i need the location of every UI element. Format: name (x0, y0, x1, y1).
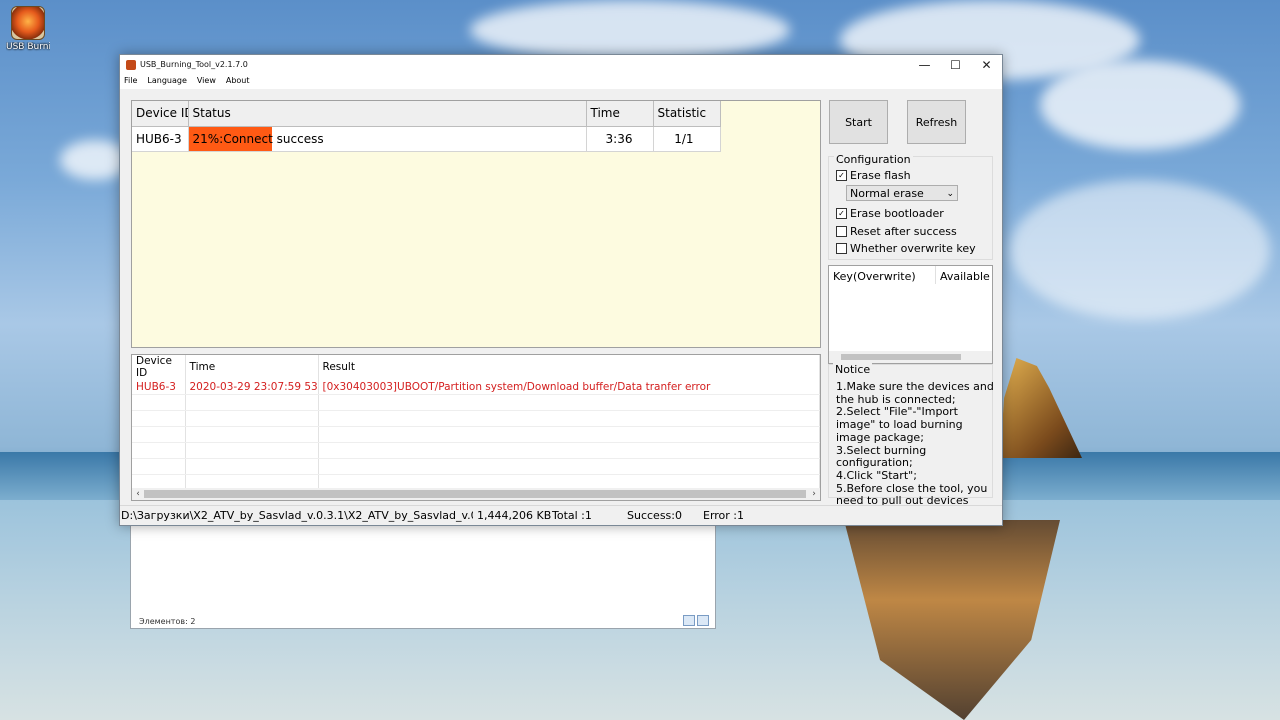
details-view-icon[interactable] (683, 615, 695, 626)
checkmark-icon: ✓ (836, 170, 847, 181)
table-row[interactable]: HUB6-3 2020-03-29 23:07:59 536 [0x304030… (132, 379, 820, 395)
overwrite-key-checkbox[interactable]: Whether overwrite key (836, 242, 976, 255)
statistic-cell: 1/1 (653, 126, 721, 152)
image-path: D:\Загрузки\X2_ATV_by_Sasvlad_v.0.3.1\X2… (121, 509, 473, 522)
notice-line: 1.Make sure the devices and the hub is c… (836, 380, 994, 406)
notice-line: 4.Click "Start"; (836, 468, 917, 482)
notice-line: 3.Select burning configuration; (836, 443, 927, 470)
explorer-item-count: Элементов: 2 (139, 617, 196, 626)
table-row (132, 458, 820, 475)
log-table: Device ID Time Result HUB6-3 2020-03-29 … (132, 355, 820, 491)
usb-burning-tool-window: USB_Burning_Tool_v2.1.7.0 — ☐ ✕ File Lan… (119, 54, 1003, 526)
log-horizontal-scrollbar[interactable]: ‹ › (132, 488, 820, 500)
window-controls: — ☐ ✕ (909, 55, 1002, 75)
title-bar[interactable]: USB_Burning_Tool_v2.1.7.0 — ☐ ✕ (120, 55, 1002, 75)
success-count: Success:0 (627, 509, 682, 522)
start-button[interactable]: Start (829, 100, 888, 144)
col-time[interactable]: Time (586, 101, 654, 127)
menu-bar: File Language View About (120, 75, 1002, 89)
usb-burning-tool-icon (11, 6, 45, 40)
device-grid: Device ID Status Time Statistic HUB6-3 2… (131, 100, 821, 348)
desktop-shortcut-usb-burning-tool[interactable]: USB Burnin... (6, 6, 50, 52)
log-panel: Device ID Time Result HUB6-3 2020-03-29 … (131, 354, 821, 501)
table-row (132, 410, 820, 427)
desktop-icon-label: USB Burnin... (6, 42, 50, 52)
cloud (470, 0, 790, 60)
erase-flash-checkbox[interactable]: ✓ Erase flash (836, 169, 911, 182)
erase-bootloader-label: Erase bootloader (850, 207, 944, 220)
column-divider (935, 266, 936, 284)
refresh-button[interactable]: Refresh (907, 100, 966, 144)
explorer-window[interactable]: Элементов: 2 (130, 520, 716, 629)
status-cell: 21%:Connect success (188, 126, 587, 152)
notice-title: Notice (833, 363, 873, 376)
log-col-device-id[interactable]: Device ID (132, 355, 186, 379)
reset-after-success-checkbox[interactable]: Reset after success (836, 225, 957, 238)
scrollbar-thumb[interactable] (841, 354, 961, 360)
device-id-cell: HUB6-3 (132, 126, 189, 152)
checkmark-icon: ✓ (836, 208, 847, 219)
scroll-left-icon[interactable]: ‹ (132, 488, 144, 500)
chevron-down-icon: ⌄ (946, 189, 954, 199)
erase-bootloader-checkbox[interactable]: ✓ Erase bootloader (836, 207, 944, 220)
configuration-group: Configuration ✓ Erase flash Normal erase… (828, 153, 993, 260)
col-statistic[interactable]: Statistic (653, 101, 721, 127)
rock (1000, 358, 1082, 458)
menu-about[interactable]: About (226, 75, 254, 89)
col-device-id[interactable]: Device ID (132, 101, 189, 127)
notice-line: 2.Select "File"-"Import image" to load b… (836, 405, 963, 444)
status-text: 21%:Connect success (192, 131, 324, 146)
table-row (132, 442, 820, 459)
close-button[interactable]: ✕ (971, 55, 1002, 75)
unchecked-box-icon (836, 226, 847, 237)
available-header[interactable]: Available (940, 270, 990, 283)
minimize-button[interactable]: — (909, 55, 940, 75)
menu-view[interactable]: View (197, 75, 220, 89)
notice-text: 1.Make sure the devices and the hub is c… (836, 380, 994, 521)
maximize-button[interactable]: ☐ (940, 55, 971, 75)
reset-after-success-label: Reset after success (850, 225, 957, 238)
erase-flash-label: Erase flash (850, 169, 911, 182)
scroll-right-icon[interactable]: › (808, 488, 820, 500)
large-icons-view-icon[interactable] (697, 615, 709, 626)
table-row (132, 426, 820, 443)
table-row (132, 394, 820, 411)
app-icon (126, 60, 136, 70)
status-bar: D:\Загрузки\X2_ATV_by_Sasvlad_v.0.3.1\X2… (120, 505, 1002, 525)
col-status[interactable]: Status (188, 101, 587, 127)
log-col-result[interactable]: Result (318, 355, 820, 379)
key-overwrite-header[interactable]: Key(Overwrite) (833, 270, 916, 283)
erase-mode-value: Normal erase (850, 187, 924, 200)
explorer-view-toggles (683, 615, 709, 626)
key-list[interactable]: Key(Overwrite) Available (828, 265, 993, 364)
scrollbar-thumb[interactable] (144, 490, 806, 498)
cloud (1010, 180, 1270, 320)
image-size: 1,444,206 KB (477, 509, 552, 522)
table-row[interactable]: HUB6-3 21%:Connect success 3:36 1/1 (132, 126, 721, 152)
cloud (1040, 60, 1240, 150)
log-device-id: HUB6-3 (132, 379, 186, 395)
unchecked-box-icon (836, 243, 847, 254)
menu-file[interactable]: File (124, 75, 141, 89)
log-table-header: Device ID Time Result (132, 355, 820, 379)
erase-mode-select[interactable]: Normal erase ⌄ (846, 185, 958, 201)
time-cell: 3:36 (586, 126, 654, 152)
device-table: Device ID Status Time Statistic HUB6-3 2… (132, 101, 721, 152)
log-time: 2020-03-29 23:07:59 536 (185, 379, 319, 395)
error-count: Error :1 (703, 509, 745, 522)
device-table-header: Device ID Status Time Statistic (132, 101, 721, 127)
configuration-title: Configuration (834, 153, 913, 166)
key-horizontal-scrollbar[interactable] (829, 351, 992, 363)
notice-group: Notice 1.Make sure the devices and the h… (828, 363, 994, 520)
menu-language[interactable]: Language (147, 75, 190, 89)
overwrite-key-label: Whether overwrite key (850, 242, 976, 255)
window-title: USB_Burning_Tool_v2.1.7.0 (140, 60, 248, 69)
log-result: [0x30403003]UBOOT/Partition system/Downl… (318, 379, 820, 395)
log-col-time[interactable]: Time (185, 355, 319, 379)
total-count: Total :1 (552, 509, 592, 522)
